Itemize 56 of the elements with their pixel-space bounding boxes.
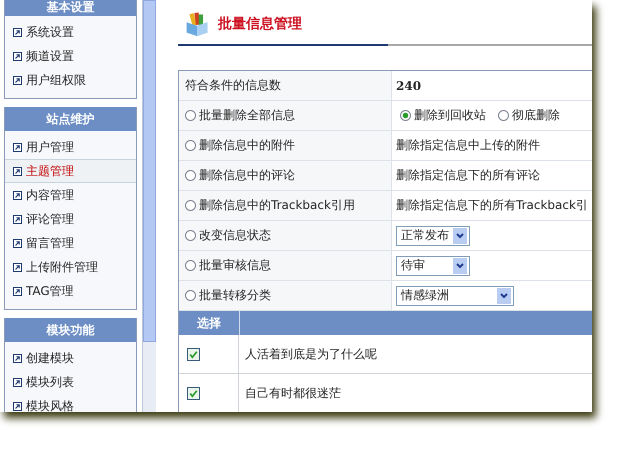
table-cell: 符合条件的信息数 [179,71,392,100]
panel-title: 站点维护 [5,107,136,131]
sidebar-item[interactable]: 模块列表 [5,370,136,394]
link-arrow-icon [13,28,22,36]
radio-circle[interactable] [185,290,196,301]
table-cell: 自己有时都很迷茫 [245,384,341,402]
radio-circle[interactable] [185,230,196,241]
sidebar-item[interactable]: TAG管理 [5,279,136,303]
description-text: 删除指定信息中上传的附件 [396,137,540,154]
radio-circle[interactable] [185,110,196,121]
panel-title: 基本设置 [5,0,136,16]
link-arrow-icon [13,378,22,386]
sidebar-item[interactable]: 主题管理 [5,159,136,183]
description-text: 删除指定信息下的所有Trackback引 [396,197,588,214]
link-arrow-icon [13,190,22,200]
link-arrow-icon [13,214,22,224]
column-header: 选择 [179,311,240,335]
radio-circle[interactable] [185,260,196,271]
table-cell-text: 240 [395,78,422,94]
sidebar-item[interactable]: 创建模块 [5,346,136,370]
dropdown[interactable]: 情感绿洲 [396,286,514,306]
radio-circle[interactable] [185,140,196,151]
sidebar-item[interactable]: 用户组权限 [5,68,136,92]
radio-button[interactable]: 彻底删除 [498,107,560,124]
link-arrow-icon [13,142,22,152]
link-arrow-icon [13,262,22,272]
link-arrow-icon [13,286,22,296]
link-arrow-icon [13,238,22,248]
page-title: 批量信息管理 [218,15,302,33]
dropdown[interactable]: 正常发布 [396,226,470,246]
radio-circle[interactable] [400,110,411,121]
scrollbar-thumb[interactable] [143,0,156,342]
link-arrow-icon [13,52,22,60]
table-cell: 人活着到底是为了什么呢 [245,346,377,362]
link-arrow-icon [13,354,22,362]
sidebar-item[interactable]: 上传附件管理 [5,255,136,279]
books-box-icon [184,11,210,37]
sidebar-item[interactable]: 内容管理 [5,183,136,207]
description-text: 删除指定信息下的所有评论 [396,167,540,184]
scrollbar[interactable] [142,0,156,412]
sidebar-item[interactable]: 评论管理 [5,207,136,231]
radio-circle[interactable] [185,200,196,211]
sidebar-item[interactable]: 用户管理 [5,135,136,159]
checkbox[interactable] [187,386,200,400]
radio-circle[interactable] [185,170,196,181]
radio-button[interactable]: 删除到回收站 [400,107,486,124]
panel-title: 模块功能 [5,318,136,342]
checkbox[interactable] [187,348,200,360]
sidebar-item[interactable]: 留言管理 [5,231,136,255]
sidebar-item[interactable]: 系统设置 [5,20,136,44]
dropdown[interactable]: 待审 [396,256,470,276]
sidebar-item[interactable]: 模块风格 [5,394,136,412]
radio-circle[interactable] [498,110,509,121]
sidebar-item[interactable]: 频道设置 [5,44,136,68]
link-arrow-icon [13,166,22,176]
link-arrow-icon [13,76,22,84]
